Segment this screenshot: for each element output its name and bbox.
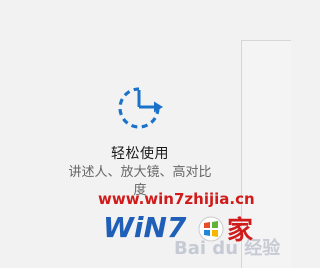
ease-of-access-tile[interactable]: 轻松使用 讲述人、放大镜、高对比度 (60, 80, 220, 200)
baidu-watermark: Bai du 经验 (174, 237, 281, 259)
baidu-text: Bai du 经验 (174, 237, 281, 259)
ease-of-access-icon (118, 87, 163, 129)
tile-title: 轻松使用 (111, 146, 169, 162)
settings-screen: 轻松使用 讲述人、放大镜、高对比度 www.win7zhijia.cn WiN7… (0, 0, 291, 268)
